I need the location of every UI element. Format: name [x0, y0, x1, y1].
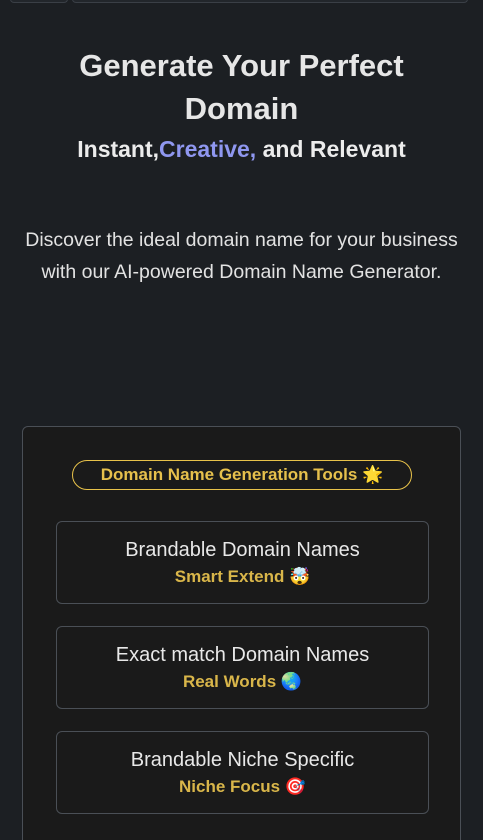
- tool-card-tag-label: Real Words: [182, 672, 277, 691]
- tool-card-title: Exact match Domain Names: [115, 644, 370, 666]
- title-line-1: Generate Your Perfect: [79, 48, 404, 83]
- tool-card-tag: Niche Focus 🎯: [57, 776, 428, 798]
- nav-tab[interactable]: [10, 0, 68, 3]
- tool-card-tag: Real Words 🌏: [57, 671, 428, 693]
- tools-badge-label: Domain Name Generation Tools: [100, 465, 358, 484]
- mind-blown-icon: 🤯: [289, 567, 311, 587]
- tool-card-niche[interactable]: Brandable Niche Specific Niche Focus 🎯: [56, 731, 429, 814]
- page-title: Generate Your Perfect Domain: [0, 44, 483, 130]
- title-line-2: Domain: [184, 91, 299, 126]
- globe-icon: 🌏: [280, 672, 303, 692]
- tools-badge: Domain Name Generation Tools 🌟: [72, 460, 412, 490]
- tool-card-tag-label: Niche Focus: [179, 777, 281, 796]
- subtitle-prefix: Instant,: [77, 136, 160, 162]
- tool-card-brandable[interactable]: Brandable Domain Names Smart Extend 🤯: [56, 521, 429, 604]
- tool-card-title: Brandable Niche Specific: [130, 749, 355, 771]
- tool-card-tag: Smart Extend 🤯: [57, 566, 428, 588]
- subtitle-accent: Creative,: [159, 136, 257, 162]
- star-icon: 🌟: [362, 465, 384, 485]
- tools-panel: Domain Name Generation Tools 🌟 Brandable…: [22, 426, 461, 840]
- page-description: Discover the ideal domain name for your …: [25, 229, 458, 283]
- subtitle-suffix: and Relevant: [256, 136, 406, 162]
- page-subtitle: Instant,Creative, and Relevant: [0, 133, 483, 165]
- tool-card-title: Brandable Domain Names: [125, 539, 360, 561]
- top-nav-strip: [0, 0, 483, 4]
- target-icon: 🎯: [284, 777, 306, 797]
- nav-search-bar[interactable]: [72, 0, 468, 3]
- tool-card-exact-match[interactable]: Exact match Domain Names Real Words 🌏: [56, 626, 429, 709]
- tool-card-tag-label: Smart Extend: [174, 567, 285, 586]
